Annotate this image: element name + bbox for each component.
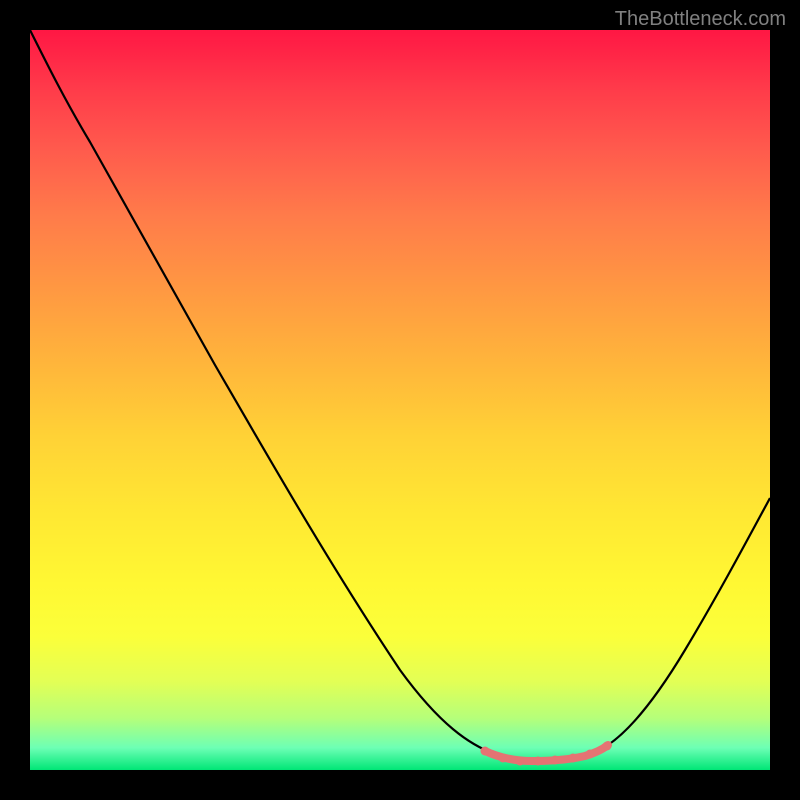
optimal-region-group [481, 742, 612, 766]
marker-dot [481, 747, 490, 756]
marker-dot [534, 757, 543, 766]
marker-dot [499, 754, 508, 763]
watermark-text: TheBottleneck.com [615, 8, 786, 31]
bottleneck-curve-path [30, 30, 770, 760]
plot-area [30, 30, 770, 770]
marker-dot [586, 750, 595, 759]
marker-dot [551, 756, 560, 765]
chart-container: TheBottleneck.com [0, 0, 800, 800]
marker-dot [569, 754, 578, 763]
marker-dot [516, 757, 525, 766]
curve-svg [30, 30, 770, 770]
marker-dot [603, 742, 612, 751]
